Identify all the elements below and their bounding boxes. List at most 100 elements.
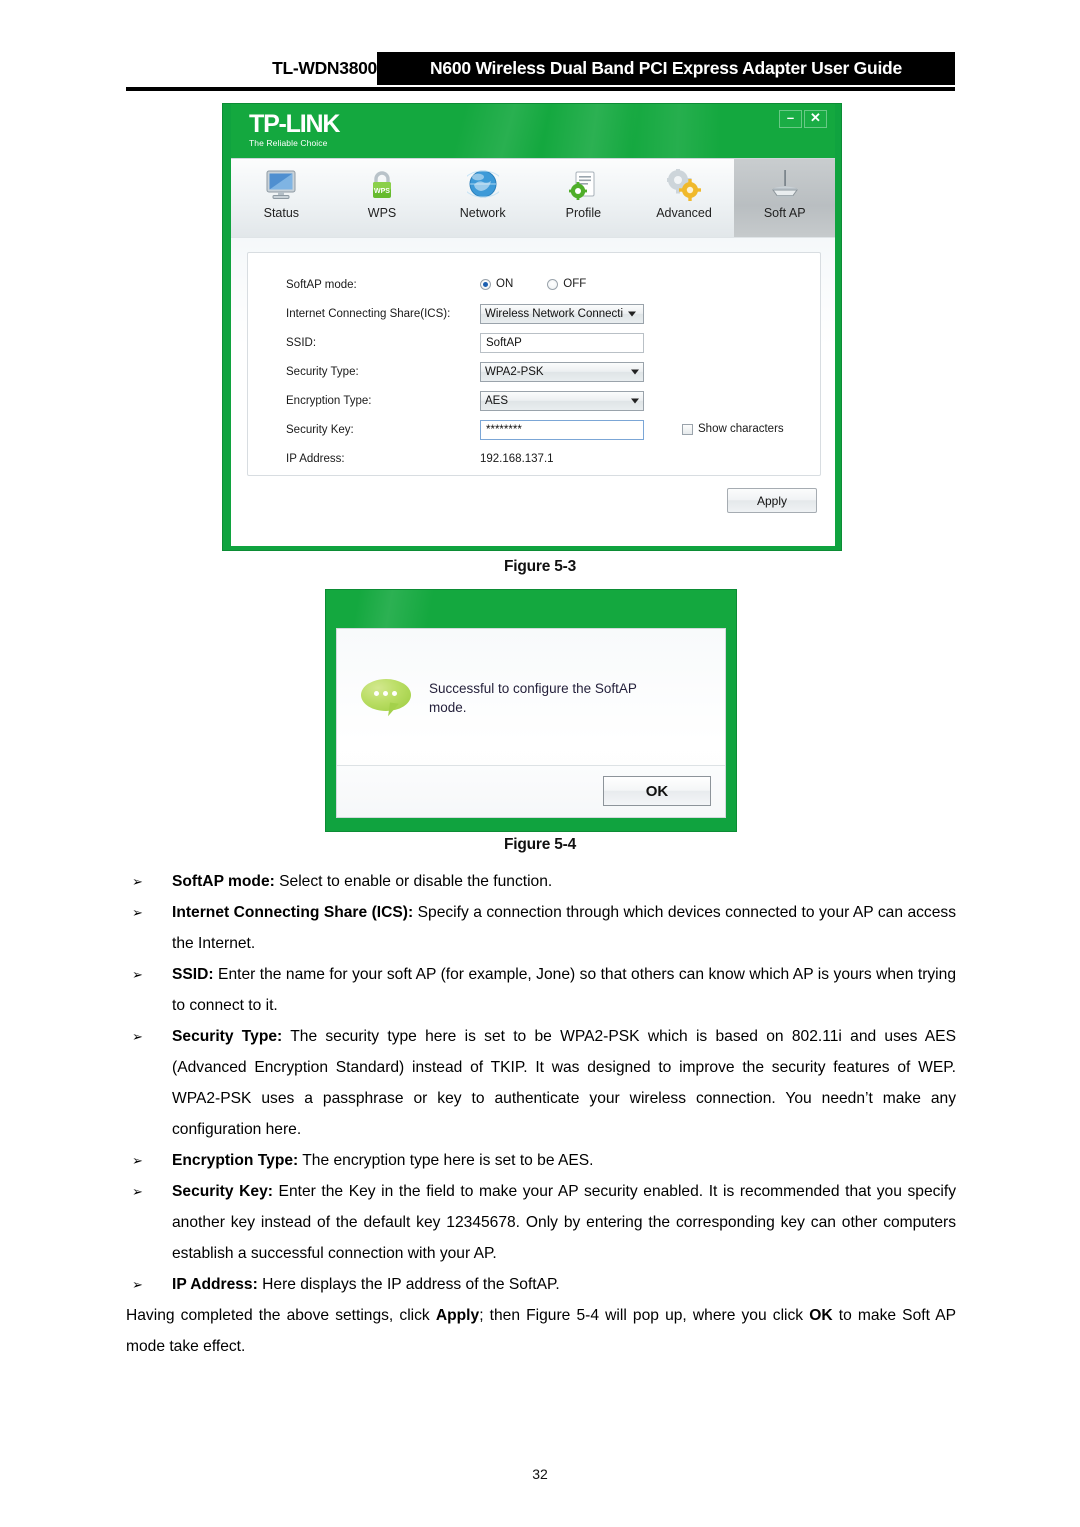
nav-item-wps[interactable]: WPS WPS [332,159,433,237]
page-header: TL-WDN3800 N600 Wireless Dual Band PCI E… [0,52,1080,96]
list-item: ➢ Encryption Type: The encryption type h… [126,1145,956,1176]
chevron-down-icon [631,398,639,404]
header-rule [126,87,955,91]
nav-label-advanced: Advanced [656,206,712,220]
page-number: 32 [532,1466,548,1482]
list-item: ➢ Security Key: Enter the Key in the fie… [126,1176,956,1269]
body-content: ➢ SoftAP mode: Select to enable or disab… [126,866,956,1362]
ssid-input[interactable]: SoftAP [480,333,644,353]
ssid-value: SoftAP [486,337,522,349]
window-titlebar: TP-LINK The Reliable Choice – ✕ [231,104,835,158]
label-security-key: Security Key: [286,424,354,436]
chevron-down-icon [631,369,639,375]
radio-off-label: OFF [563,278,587,290]
bullet-text: The encryption type here is set to be AE… [298,1152,594,1169]
security-type-select-wrap: WPA2-PSK [480,362,644,382]
bullet-text: Select to enable or disable the function… [274,873,553,890]
nav-item-soft-ap[interactable]: Soft AP [734,159,836,237]
list-item: ➢ IP Address: Here displays the IP addre… [126,1269,956,1300]
dialog-panel: Successful to configure the SoftAP mode.… [336,628,726,818]
dialog-footer: OK [337,765,725,817]
close-icon[interactable]: ✕ [804,110,827,128]
wps-lock-icon: WPS [360,165,404,205]
softap-mode-radio-group: ON OFF [480,275,586,290]
radio-softap-on[interactable]: ON [480,278,513,290]
field-row-ssid: SSID: SoftAP [248,333,820,361]
bullet-text: Here displays the IP address of the Soft… [257,1276,560,1293]
field-row-security-key: Security Key: ******** Show characters [248,420,820,448]
nav-item-status[interactable]: Status [231,159,332,237]
bullet-marker: ➢ [132,905,143,920]
bullet-term: Security Key: [172,1183,273,1200]
ics-select-value: Wireless Network Connecti [485,308,624,320]
minimize-icon[interactable]: – [779,110,802,128]
field-row-security-type: Security Type: WPA2-PSK [248,362,820,390]
header-model-number: TL-WDN3800 [272,58,377,78]
svg-text:WPS: WPS [374,188,390,195]
success-dialog-window: Successful to configure the SoftAP mode.… [325,589,737,832]
field-row-ics: Internet Connecting Share(ICS): Wireless… [248,304,820,332]
security-key-input[interactable]: ******** [480,420,644,440]
bullet-text: Enter the Key in the field to make your … [172,1183,957,1262]
label-encryption-type: Encryption Type: [286,395,372,407]
profile-icon [561,165,605,205]
checkbox-icon [682,423,693,435]
list-item: ➢ Internet Connecting Share (ICS): Speci… [126,897,956,959]
label-ip-address: IP Address: [286,453,345,465]
list-item: ➢ Security Type: The security type here … [126,1021,956,1145]
closing-part2: ; then Figure 5-4 will pop up, where you… [479,1307,810,1324]
ics-select-wrap: Wireless Network Connecti [480,304,644,324]
closing-paragraph: Having completed the above settings, cli… [126,1300,956,1362]
bullet-term: Encryption Type: [172,1152,299,1169]
router-icon [763,165,807,205]
radio-off-icon [547,278,559,290]
nav-label-soft-ap: Soft AP [763,206,806,220]
speech-bubble-icon [361,677,413,719]
globe-icon [461,165,505,205]
security-type-select[interactable]: WPA2-PSK [480,362,644,382]
window-controls: – ✕ [779,110,827,128]
brand-name: TP-LINK [249,110,340,138]
list-item: ➢ SSID: Enter the name for your soft AP … [126,959,956,1021]
nav-item-profile[interactable]: Profile [533,159,634,237]
security-type-value: WPA2-PSK [485,366,544,378]
radio-softap-off[interactable]: OFF [547,278,586,290]
dialog-message-area: Successful to configure the SoftAP mode. [337,629,725,766]
ics-select[interactable]: Wireless Network Connecti [480,304,644,324]
ok-button[interactable]: OK [603,776,711,806]
nav-label-network: Network [459,206,506,220]
label-ics: Internet Connecting Share(ICS): [286,308,451,320]
ssid-input-wrap: SoftAP [480,333,644,353]
tplink-utility-window: TP-LINK The Reliable Choice – ✕ Status W… [222,103,842,551]
security-key-value: ******** [486,424,522,436]
bullet-text: Enter the name for your soft AP (for exa… [172,966,956,1014]
bullet-marker: ➢ [132,1029,143,1044]
nav-item-advanced[interactable]: Advanced [634,159,735,237]
header-title-bar: N600 Wireless Dual Band PCI Express Adap… [377,52,955,85]
nav-item-network[interactable]: Network [432,159,533,237]
field-row-ip-address: IP Address: 192.168.137.1 [248,449,820,477]
label-ssid: SSID: [286,337,317,349]
bullet-term: Internet Connecting Share (ICS): [172,904,414,921]
nav-label-profile: Profile [565,206,602,220]
radio-on-label: ON [496,278,514,290]
apply-button[interactable]: Apply [727,488,817,513]
window-inner: TP-LINK The Reliable Choice – ✕ Status W… [231,104,836,546]
ip-address-value-wrap: 192.168.137.1 [480,449,554,465]
bullet-marker: ➢ [132,967,143,982]
radio-on-icon [480,278,491,290]
brand-tagline: The Reliable Choice [249,138,328,148]
monitor-icon [259,165,303,205]
main-navigation: Status WPS WPS Network Profile Advanced … [231,158,836,237]
encryption-type-select[interactable]: AES [480,391,644,411]
show-characters-checkbox[interactable]: Show characters [682,423,784,435]
bullet-marker: ➢ [132,874,143,889]
figure-5-4-caption: Figure 5-4 [503,836,577,853]
bullet-term: IP Address: [172,1276,258,1293]
list-item: ➢ SoftAP mode: Select to enable or disab… [126,866,956,897]
chevron-down-icon [628,311,636,317]
field-row-encryption-type: Encryption Type: AES [248,391,820,419]
closing-bold-apply: Apply [435,1307,480,1324]
closing-part1: Having completed the above settings, cli… [126,1307,436,1324]
bullet-marker: ➢ [132,1184,143,1199]
